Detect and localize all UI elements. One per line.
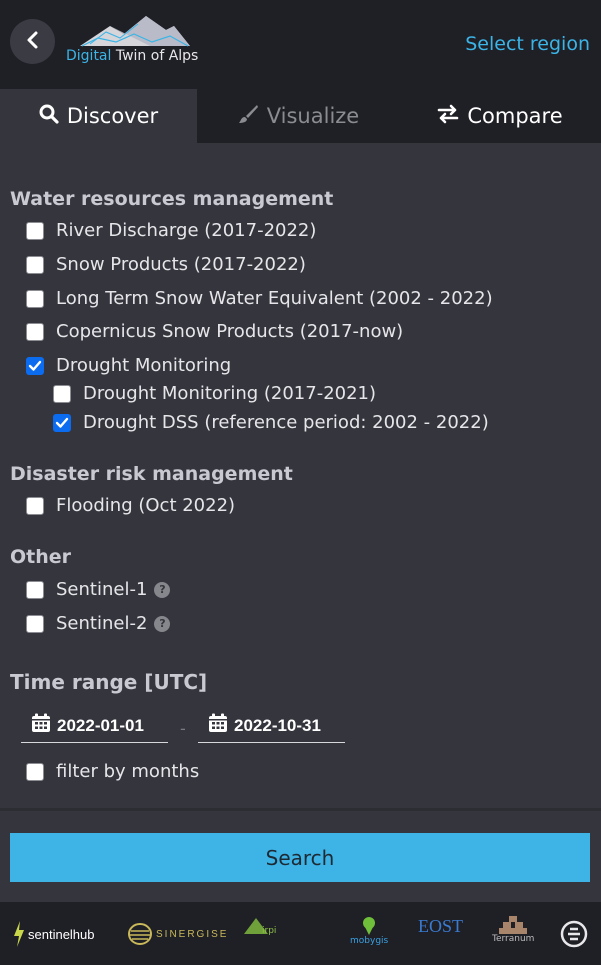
calendar-icon bbox=[31, 713, 51, 738]
checkbox[interactable] bbox=[26, 762, 44, 781]
select-region-link[interactable]: Select region bbox=[465, 33, 590, 55]
date-from-field[interactable]: 2022-01-01 bbox=[21, 709, 168, 743]
checkbox-label: Snow Products (2017-2022) bbox=[56, 254, 306, 275]
partner-logo-sinergise: SINERGISE bbox=[128, 916, 228, 952]
help-icon[interactable]: ? bbox=[154, 615, 171, 632]
section-title-other: Other bbox=[10, 546, 72, 568]
checkbox-row-drought-dss[interactable]: Drought DSS (reference period: 2002 - 20… bbox=[53, 412, 489, 433]
mountain-logo-icon bbox=[80, 16, 190, 47]
partner-logo-esa bbox=[560, 916, 588, 952]
checkmark-icon bbox=[55, 417, 69, 428]
back-button[interactable] bbox=[10, 19, 55, 64]
checkbox-row-drought-monitoring[interactable]: Drought Monitoring bbox=[26, 355, 231, 376]
checkbox-label: Sentinel-1 bbox=[56, 579, 148, 600]
checkbox-label: filter by months bbox=[56, 761, 200, 782]
checkbox-row-sentinel-2[interactable]: Sentinel-2 ? bbox=[26, 613, 171, 634]
checkbox-checked[interactable] bbox=[26, 356, 44, 375]
date-separator: - bbox=[180, 719, 186, 738]
date-to-field[interactable]: 2022-10-31 bbox=[198, 709, 345, 743]
section-title-time-range: Time range [UTC] bbox=[10, 670, 208, 694]
calendar-icon bbox=[208, 713, 228, 738]
checkbox[interactable] bbox=[26, 255, 44, 274]
tab-compare-label: Compare bbox=[467, 104, 563, 128]
tab-visualize[interactable]: Visualize bbox=[197, 89, 399, 143]
date-to-value: 2022-10-31 bbox=[234, 715, 321, 735]
checkbox-label: Sentinel-2 bbox=[56, 613, 148, 634]
checkbox-label: Long Term Snow Water Equivalent (2002 - … bbox=[56, 288, 493, 309]
app-header: Digital Twin of Alps Select region bbox=[0, 0, 601, 89]
section-title-water: Water resources management bbox=[10, 188, 334, 210]
checkbox-label: Flooding (Oct 2022) bbox=[56, 495, 236, 516]
checkbox-label: Copernicus Snow Products (2017-now) bbox=[56, 321, 404, 342]
checkmark-icon bbox=[28, 360, 42, 371]
checkbox-label: Drought Monitoring bbox=[56, 355, 232, 376]
partner-logo-mobygis: mobygis bbox=[350, 916, 388, 952]
search-icon bbox=[39, 104, 59, 129]
help-icon[interactable]: ? bbox=[154, 581, 171, 598]
logo-word-rest: Twin of Alps bbox=[111, 48, 199, 64]
date-from-value: 2022-01-01 bbox=[57, 715, 144, 735]
partner-logos-footer: sentinelhub SINERGISE irpi mobygis EOST … bbox=[0, 902, 601, 965]
checkbox[interactable] bbox=[26, 289, 44, 308]
checkbox-label: River Discharge (2017-2022) bbox=[56, 220, 317, 241]
checkbox-label: Drought Monitoring (2017-2021) bbox=[83, 383, 377, 404]
checkbox-row-river-discharge[interactable]: River Discharge (2017-2022) bbox=[26, 220, 316, 241]
checkbox-row-long-term-swe[interactable]: Long Term Snow Water Equivalent (2002 - … bbox=[26, 288, 493, 309]
partner-logo-terranum: Terranum bbox=[492, 916, 534, 952]
tab-discover[interactable]: Discover bbox=[0, 89, 197, 143]
tab-bar: Discover Visualize Compare bbox=[0, 89, 601, 143]
checkbox-row-sentinel-1[interactable]: Sentinel-1 ? bbox=[26, 579, 171, 600]
tab-compare[interactable]: Compare bbox=[399, 89, 601, 143]
checkbox[interactable] bbox=[26, 322, 44, 341]
checkbox-checked[interactable] bbox=[53, 413, 71, 432]
search-button[interactable]: Search bbox=[10, 833, 590, 882]
partner-logo-irpi: irpi bbox=[242, 916, 276, 952]
swap-arrows-icon bbox=[437, 104, 459, 129]
divider bbox=[0, 808, 601, 811]
logo-word-digital: Digital bbox=[66, 48, 112, 64]
checkbox-row-flooding[interactable]: Flooding (Oct 2022) bbox=[26, 495, 235, 516]
checkbox[interactable] bbox=[26, 496, 44, 515]
tab-discover-label: Discover bbox=[66, 104, 159, 128]
checkbox-row-copernicus-snow[interactable]: Copernicus Snow Products (2017-now) bbox=[26, 321, 403, 342]
chevron-left-icon bbox=[25, 30, 41, 54]
section-title-disaster: Disaster risk management bbox=[10, 463, 293, 485]
checkbox-row-filter-by-months[interactable]: filter by months bbox=[26, 761, 199, 782]
partner-logo-eost: EOST bbox=[418, 916, 463, 936]
tab-visualize-label: Visualize bbox=[266, 104, 360, 128]
brush-icon bbox=[237, 103, 259, 130]
checkbox-row-snow-products[interactable]: Snow Products (2017-2022) bbox=[26, 254, 306, 275]
checkbox-label: Drought DSS (reference period: 2002 - 20… bbox=[83, 412, 489, 433]
logo-text: Digital Twin of Alps bbox=[66, 48, 198, 64]
partner-logo-sentinelhub: sentinelhub bbox=[12, 916, 95, 952]
checkbox[interactable] bbox=[26, 221, 44, 240]
checkbox[interactable] bbox=[53, 384, 71, 403]
checkbox[interactable] bbox=[26, 580, 44, 599]
app-logo: Digital Twin of Alps bbox=[66, 12, 206, 67]
esa-logo-icon bbox=[560, 920, 588, 948]
checkbox[interactable] bbox=[26, 614, 44, 633]
checkbox-row-drought-monitoring-2017[interactable]: Drought Monitoring (2017-2021) bbox=[53, 383, 376, 404]
